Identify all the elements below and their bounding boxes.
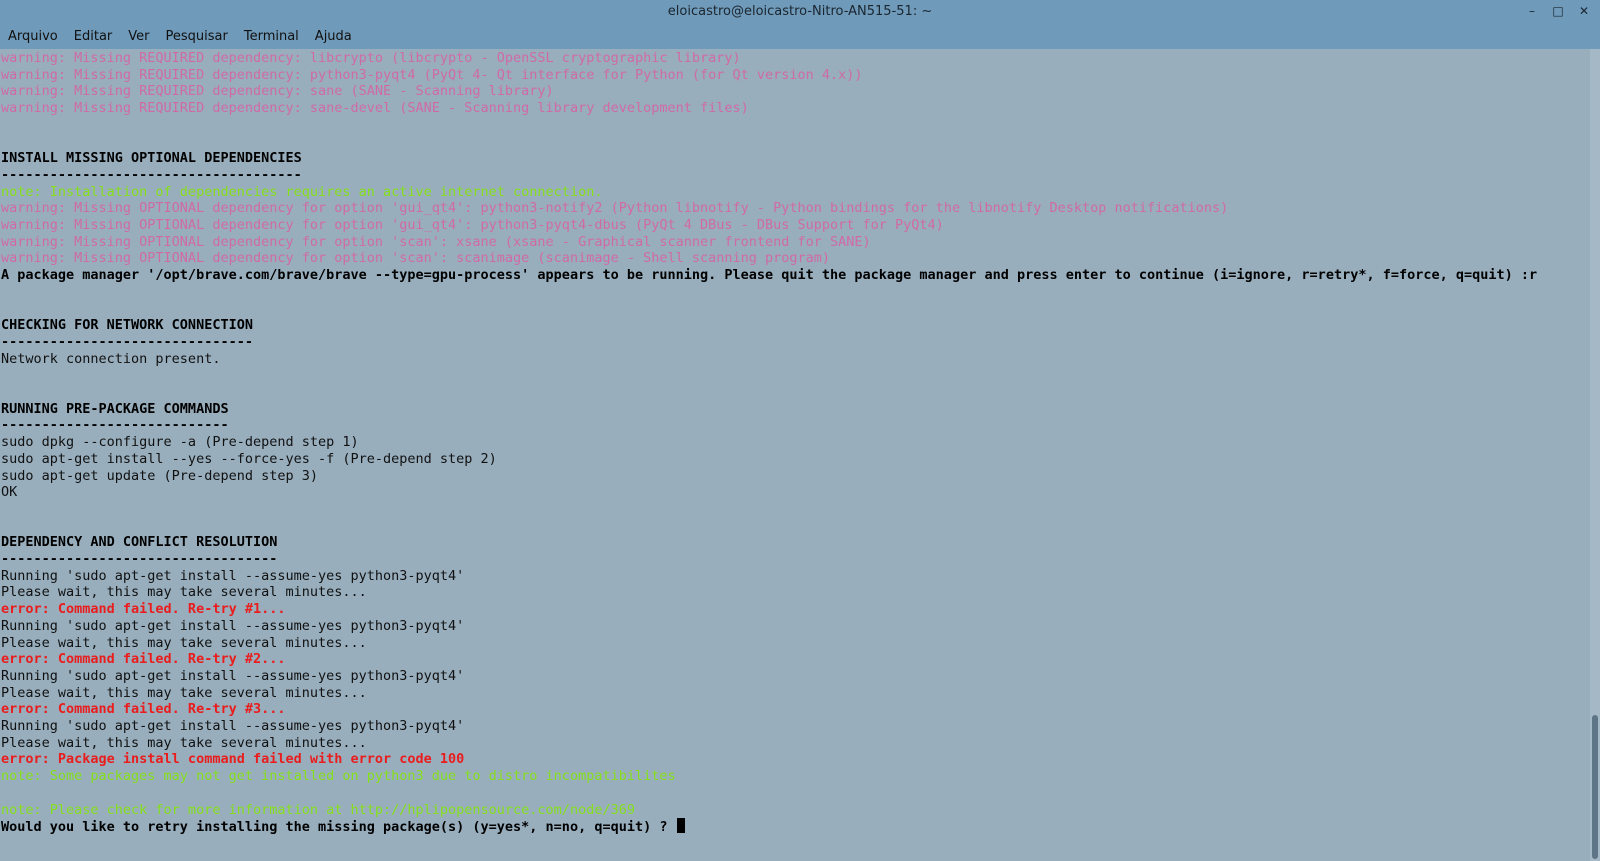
terminal-line-text: note: Some packages may not get installe… [1,768,676,785]
menu-ajuda[interactable]: Ajuda [307,29,360,44]
terminal-line-text: OK [1,484,18,501]
terminal-line: Please wait, this may take several minut… [1,735,367,752]
terminal-line: OK [1,484,17,501]
terminal-line: DEPENDENCY AND CONFLICT RESOLUTION [1,534,277,551]
terminal-line-text: Running 'sudo apt-get install --assume-y… [1,617,465,634]
terminal-line: error: Command failed. Re-try #3... [1,701,285,718]
terminal-line: error: Command failed. Re-try #1... [1,601,285,618]
terminal-line: Running 'sudo apt-get install --assume-y… [1,718,464,735]
terminal-line-text: Please wait, this may take several minut… [1,684,367,701]
terminal-scrollbar[interactable] [1590,49,1600,861]
terminal-line: ---------------------------- [1,417,229,434]
terminal-line: sudo apt-get install --yes --force-yes -… [1,451,497,468]
terminal-line-text: ------------------------------- [1,333,253,350]
menu-terminal[interactable]: Terminal [236,29,307,44]
menu-ver[interactable]: Ver [120,29,157,44]
terminal-line: warning: Missing REQUIRED dependency: li… [1,50,741,67]
terminal-output[interactable]: warning: Missing REQUIRED dependency: li… [0,49,1590,861]
terminal-line-text: error: Command failed. Re-try #3... [1,701,286,718]
terminal-line: ---------------------------------- [1,551,277,568]
window-title: eloicastro@eloicastro-Nitro-AN515-51: ~ [667,4,933,19]
menu-editar[interactable]: Editar [66,29,121,44]
terminal-line: Running 'sudo apt-get install --assume-y… [1,668,464,685]
menu-arquivo[interactable]: Arquivo [0,29,66,44]
terminal-line: warning: Missing REQUIRED dependency: py… [1,67,863,84]
terminal-line-text: note: Please check for more information … [1,801,635,818]
terminal-line: warning: Missing OPTIONAL dependency for… [1,250,830,267]
terminal-line-text: warning: Missing OPTIONAL dependency for… [1,200,1229,217]
terminal-cursor [676,818,685,834]
terminal-line: sudo apt-get update (Pre-depend step 3) [1,468,318,485]
terminal-line-text: warning: Missing REQUIRED dependency: li… [1,50,741,66]
terminal-line: Would you like to retry installing the m… [1,818,685,835]
scrollbar-thumb[interactable] [1592,715,1598,859]
terminal-line-text: ---------------------------- [1,417,229,434]
terminal-line-text: warning: Missing OPTIONAL dependency for… [1,233,871,250]
terminal-line: note: Some packages may not get installe… [1,768,676,785]
terminal-line-text: warning: Missing REQUIRED dependency: py… [1,66,863,83]
terminal-line-text: Network connection present. [1,350,221,367]
terminal-line: note: Please check for more information … [1,802,635,819]
minimize-button[interactable]: – [1524,2,1540,20]
terminal-line: note: Installation of dependencies requi… [1,184,602,201]
terminal-line-text: Running 'sudo apt-get install --assume-y… [1,718,465,734]
terminal-line: warning: Missing OPTIONAL dependency for… [1,200,1228,217]
close-button[interactable]: ✕ [1576,2,1592,20]
terminal-line: ------------------------------------- [1,167,302,184]
terminal-line: Running 'sudo apt-get install --assume-y… [1,618,464,635]
menu-bar: Arquivo Editar Ver Pesquisar Terminal Aj… [0,24,1600,49]
terminal-line: warning: Missing OPTIONAL dependency for… [1,234,871,251]
terminal-line: Please wait, this may take several minut… [1,584,367,601]
terminal-line: CHECKING FOR NETWORK CONNECTION [1,317,253,334]
terminal-line-text: CHECKING FOR NETWORK CONNECTION [1,317,253,334]
terminal-line: RUNNING PRE-PACKAGE COMMANDS [1,401,229,418]
terminal-line-text: Running 'sudo apt-get install --assume-y… [1,667,465,684]
terminal-line: warning: Missing REQUIRED dependency: sa… [1,83,554,100]
terminal-line-text: sudo dpkg --configure -a (Pre-depend ste… [1,434,359,451]
terminal-line-text: note: Installation of dependencies requi… [1,183,603,200]
terminal-line-text: Running 'sudo apt-get install --assume-y… [1,567,465,584]
terminal-line: error: Package install command failed wi… [1,751,464,768]
terminal-line-text: warning: Missing OPTIONAL dependency for… [1,217,944,233]
terminal-line-text: warning: Missing REQUIRED dependency: sa… [1,83,554,100]
terminal-line-text: sudo apt-get update (Pre-depend step 3) [1,467,318,484]
terminal-line-text: Please wait, this may take several minut… [1,634,367,651]
terminal-line-text: Please wait, this may take several minut… [1,734,367,751]
terminal-line: error: Command failed. Re-try #2... [1,651,285,668]
terminal-line-text: Please wait, this may take several minut… [1,584,367,601]
terminal-line-text: INSTALL MISSING OPTIONAL DEPENDENCIES [1,150,302,167]
terminal-line-text: DEPENDENCY AND CONFLICT RESOLUTION [1,534,278,551]
terminal-line-text: error: Command failed. Re-try #1... [1,601,286,618]
terminal-line-text: warning: Missing REQUIRED dependency: sa… [1,100,749,117]
window-titlebar[interactable]: eloicastro@eloicastro-Nitro-AN515-51: ~ … [0,0,1600,24]
terminal-line-text: sudo apt-get install --yes --force-yes -… [1,450,497,467]
terminal-line: warning: Missing OPTIONAL dependency for… [1,217,944,234]
terminal-line-text: Would you like to retry installing the m… [1,819,676,836]
terminal-line: warning: Missing REQUIRED dependency: sa… [1,100,749,117]
terminal-line-text: warning: Missing OPTIONAL dependency for… [1,250,831,267]
window-controls: – □ ✕ [1524,2,1592,20]
terminal-line: ------------------------------- [1,334,253,351]
terminal-line-text: RUNNING PRE-PACKAGE COMMANDS [1,400,229,417]
terminal-line-text: ---------------------------------- [1,551,278,567]
terminal-line-text: error: Package install command failed wi… [1,751,465,768]
maximize-button[interactable]: □ [1550,2,1566,20]
terminal-line: INSTALL MISSING OPTIONAL DEPENDENCIES [1,150,302,167]
menu-pesquisar[interactable]: Pesquisar [158,29,236,44]
terminal-line: Running 'sudo apt-get install --assume-y… [1,568,464,585]
terminal-line: Network connection present. [1,351,220,368]
terminal-line: Please wait, this may take several minut… [1,685,367,702]
terminal-line: Please wait, this may take several minut… [1,635,367,652]
terminal-line-text: error: Command failed. Re-try #2... [1,651,286,668]
terminal-line: sudo dpkg --configure -a (Pre-depend ste… [1,434,359,451]
terminal-line-text: A package manager '/opt/brave.com/brave/… [1,267,1538,284]
terminal-line: A package manager '/opt/brave.com/brave/… [1,267,1537,284]
terminal-line-text: ------------------------------------- [1,166,302,183]
